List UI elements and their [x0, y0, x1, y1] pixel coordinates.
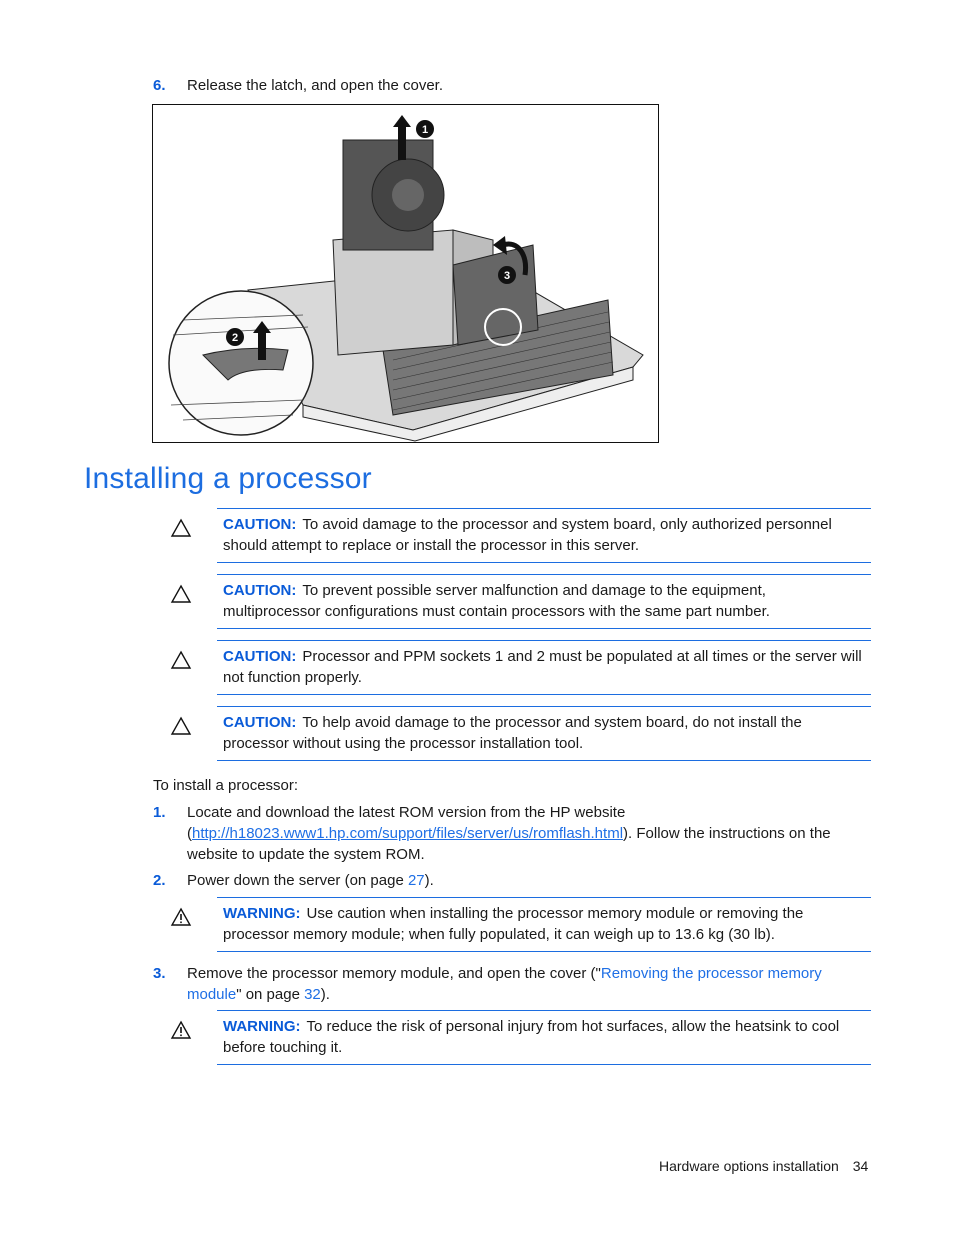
step-number: 2.	[153, 872, 166, 889]
illustration-figure: 1 3 2	[152, 104, 659, 443]
caution-label: CAUTION:	[223, 582, 297, 599]
caution-label: CAUTION:	[223, 648, 297, 665]
server-module-illustration: 1 3 2	[168, 115, 644, 442]
caution-note: CAUTION: To help avoid damage to the proc…	[170, 706, 871, 761]
caution-label: CAUTION:	[223, 516, 297, 533]
warning-note: WARNING: Use caution when installing the …	[170, 897, 871, 952]
step-text: Release the latch, and open the cover.	[187, 77, 444, 94]
page-footer: Hardware options installation 34	[659, 1158, 868, 1174]
page-32-link[interactable]: 32	[304, 986, 321, 1003]
warning-note: WARNING: To reduce the risk of personal i…	[170, 1010, 871, 1065]
step-text: " on page	[236, 986, 305, 1003]
caution-text: Processor and PPM sockets 1 and 2 must b…	[223, 648, 862, 686]
rom-download-link[interactable]: http://h18023.www1.hp.com/support/files/…	[192, 825, 623, 842]
callout-2: 2	[232, 332, 238, 344]
page-number: 34	[852, 1158, 869, 1174]
caution-triangle-icon	[170, 518, 192, 537]
caution-triangle-icon	[170, 584, 192, 603]
warning-text: To reduce the risk of personal injury fr…	[223, 1018, 840, 1056]
caution-text: To avoid damage to the processor and sys…	[223, 516, 832, 554]
warning-label: WARNING:	[223, 905, 301, 922]
caution-label: CAUTION:	[223, 714, 297, 731]
step-2: 2. Power down the server (on page 27).	[153, 870, 873, 891]
section-title: Installing a processor	[84, 462, 372, 495]
caution-note: CAUTION: To avoid damage to the processor…	[170, 508, 871, 563]
caution-note: CAUTION: Processor and PPM sockets 1 and …	[170, 640, 871, 695]
footer-section: Hardware options installation	[659, 1158, 839, 1174]
warning-exclamation-icon	[170, 907, 192, 926]
step-number: 3.	[153, 965, 166, 982]
page-27-link[interactable]: 27	[408, 872, 425, 889]
caution-note: CAUTION: To prevent possible server malfu…	[170, 574, 871, 629]
caution-text: To prevent possible server malfunction a…	[223, 582, 770, 620]
step-number: 6.	[153, 77, 166, 94]
step-3: 3. Remove the processor memory module, a…	[153, 963, 873, 1005]
step-text: Remove the processor memory module, and …	[187, 965, 601, 982]
step-text: ).	[320, 986, 330, 1003]
warning-text: Use caution when installing the processo…	[223, 905, 804, 943]
step-number: 1.	[153, 804, 166, 821]
step-1: 1. Locate and download the latest ROM ve…	[153, 802, 873, 865]
callout-3: 3	[504, 270, 510, 282]
caution-triangle-icon	[170, 716, 192, 735]
procedure-intro: To install a processor:	[153, 777, 299, 794]
step-text: Power down the server (on page	[187, 872, 408, 889]
warning-label: WARNING:	[223, 1018, 301, 1035]
callout-1: 1	[422, 124, 428, 136]
caution-text: To help avoid damage to the processor an…	[223, 714, 802, 752]
step-text: ).	[424, 872, 434, 889]
warning-exclamation-icon	[170, 1020, 192, 1039]
caution-triangle-icon	[170, 650, 192, 669]
